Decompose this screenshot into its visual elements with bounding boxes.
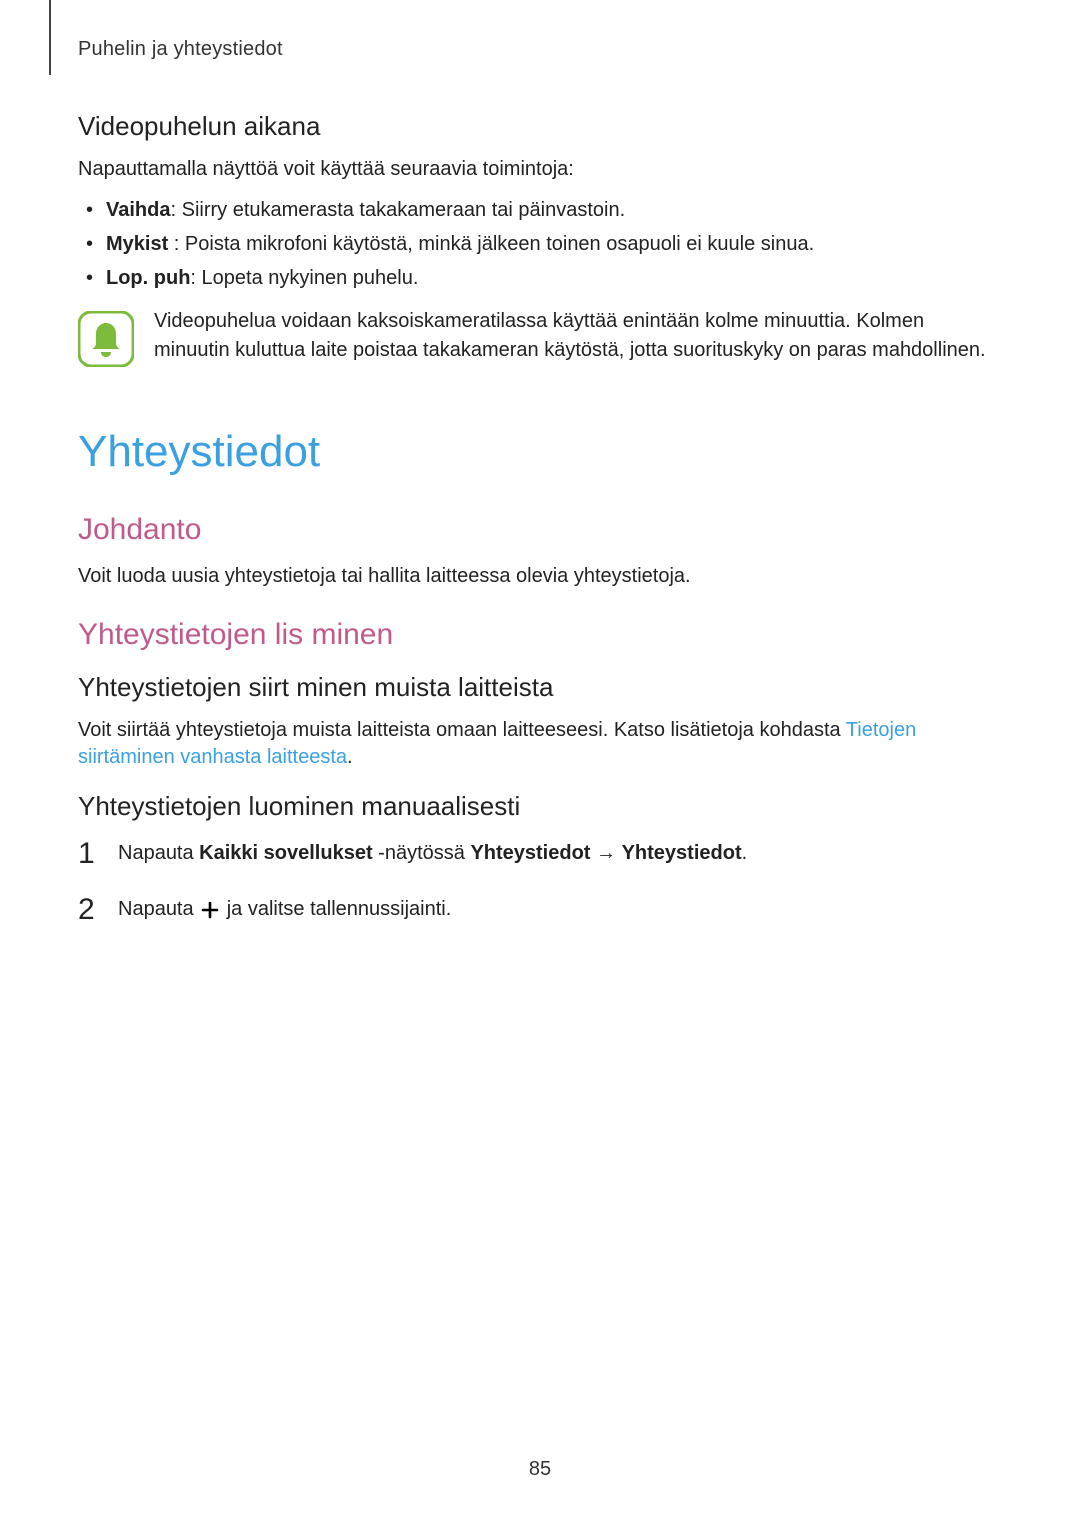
list-item: Lop. puh: Lopeta nykyinen puhelu. xyxy=(106,263,1002,293)
transfer-post: . xyxy=(347,746,353,768)
list-item: Mykist : Poista mikrofoni käytöstä, mink… xyxy=(106,229,1002,259)
header-side-rule xyxy=(49,0,51,75)
heading-transfer: Yhteystietojen siirt minen muista laitte… xyxy=(78,672,1002,703)
note-text: Videopuhelua voidaan kaksoiskameratilass… xyxy=(154,307,1002,365)
video-call-intro: Napauttamalla näyttöä voit käyttää seura… xyxy=(78,156,1002,183)
video-call-bullets: Vaihda: Siirry etukamerasta takakameraan… xyxy=(78,195,1002,293)
step1-bold2: Yhteystiedot xyxy=(470,842,590,864)
bullet-rest: : Poista mikrofoni käytöstä, minkä jälke… xyxy=(168,233,814,255)
heading-video-call: Videopuhelun aikana xyxy=(78,111,1002,142)
heading-add-contacts: Yhteystietojen lis minen xyxy=(78,618,1002,652)
step2-pre: Napauta xyxy=(118,898,199,920)
heading-intro: Johdanto xyxy=(78,513,1002,547)
step1-end: . xyxy=(742,842,748,864)
step-1: Napauta Kaikki sovellukset -näytössä Yht… xyxy=(78,836,1002,870)
list-item: Vaihda: Siirry etukamerasta takakameraan… xyxy=(106,195,1002,225)
step1-bold1: Kaikki sovellukset xyxy=(199,842,372,864)
step-2: Napauta ja valitse tallennussijainti. xyxy=(78,892,1002,926)
transfer-text: Voit siirtää yhteystietoja muista laitte… xyxy=(78,717,1002,771)
page-number: 85 xyxy=(0,1458,1080,1481)
heading-manual: Yhteystietojen luominen manuaalisesti xyxy=(78,791,1002,822)
bullet-rest: : Siirry etukamerasta takakameraan tai p… xyxy=(170,199,625,221)
step1-arrow: → xyxy=(590,842,621,864)
bullet-label: Vaihda xyxy=(106,199,170,221)
manual-steps: Napauta Kaikki sovellukset -näytössä Yht… xyxy=(78,836,1002,926)
heading-contacts: Yhteystiedot xyxy=(78,427,1002,477)
intro-text: Voit luoda uusia yhteystietoja tai halli… xyxy=(78,563,1002,590)
plus-icon xyxy=(201,901,219,919)
bullet-label: Mykist xyxy=(106,233,168,255)
step1-bold3: Yhteystiedot xyxy=(622,842,742,864)
page-content: Puhelin ja yhteystiedot Videopuhelun aik… xyxy=(0,0,1080,926)
bell-icon xyxy=(78,311,134,367)
bullet-label: Lop. puh xyxy=(106,267,190,289)
transfer-pre: Voit siirtää yhteystietoja muista laitte… xyxy=(78,719,846,741)
step2-post: ja valitse tallennussijainti. xyxy=(221,898,451,920)
step1-mid: -näytössä xyxy=(373,842,471,864)
breadcrumb: Puhelin ja yhteystiedot xyxy=(78,38,1002,61)
step1-pre: Napauta xyxy=(118,842,199,864)
note-block: Videopuhelua voidaan kaksoiskameratilass… xyxy=(78,307,1002,367)
bullet-rest: : Lopeta nykyinen puhelu. xyxy=(190,267,418,289)
